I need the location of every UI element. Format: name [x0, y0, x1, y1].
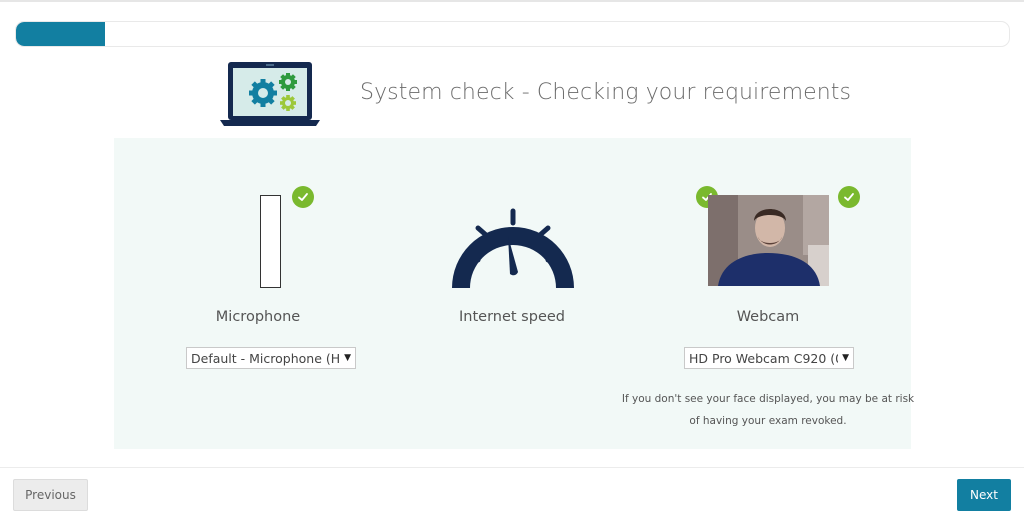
- webcam-label: Webcam: [736, 309, 800, 325]
- check-circle-icon: [292, 186, 314, 208]
- chevron-down-icon: ▼: [344, 353, 351, 363]
- internet-speed-label: Internet speed: [459, 309, 565, 325]
- check-circle-icon: [838, 186, 860, 208]
- next-button[interactable]: Next: [957, 479, 1011, 511]
- previous-button[interactable]: Previous: [13, 479, 88, 511]
- system-check-panel: Microphone Default - Microphone (H ▼ Int…: [114, 138, 914, 449]
- microphone-label: Microphone: [215, 309, 301, 325]
- webcam-video-feed: [708, 195, 829, 286]
- page-title: System check - Checking your requirement…: [360, 80, 852, 105]
- webcam-preview: [708, 195, 829, 286]
- laptop-gears-icon: [220, 62, 320, 126]
- chevron-down-icon: ▼: [842, 353, 849, 363]
- webcam-select[interactable]: HD Pro Webcam C920 (0 ▼: [684, 347, 854, 369]
- top-divider: [0, 0, 1024, 2]
- webcam-warning-note: If you don't see your face displayed, yo…: [621, 393, 915, 427]
- microphone-level-meter: [260, 195, 281, 288]
- progress-fill: [16, 22, 106, 46]
- webcam-select-value: HD Pro Webcam C920 (0: [689, 350, 839, 366]
- microphone-select[interactable]: Default - Microphone (H ▼: [186, 347, 356, 369]
- progress-bar: [15, 21, 1010, 47]
- footer-divider: [0, 467, 1024, 468]
- microphone-select-value: Default - Microphone (H: [191, 350, 341, 366]
- speedometer-icon: [452, 208, 574, 288]
